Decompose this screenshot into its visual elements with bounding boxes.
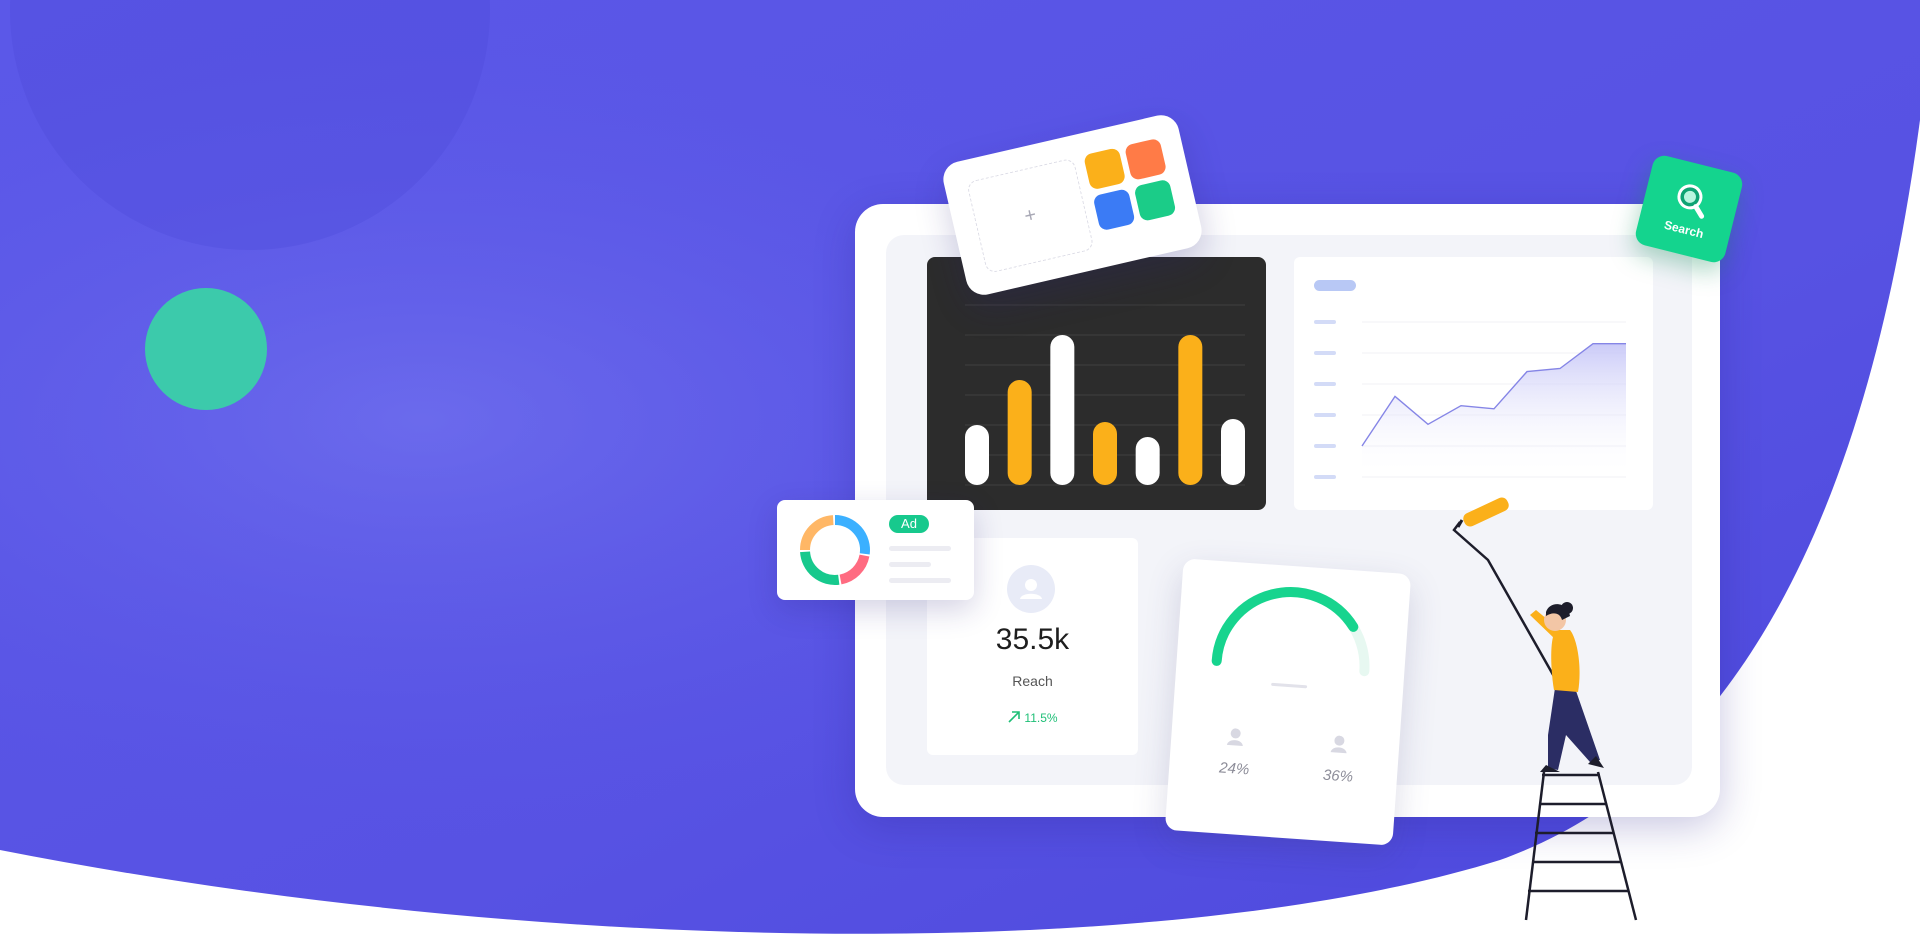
bar [1221, 419, 1245, 485]
donut-slice [800, 515, 834, 551]
decorative-circle [145, 288, 267, 410]
gauge-track [1211, 587, 1370, 677]
bar-chart-card [927, 257, 1266, 510]
gauge-card: 24% 36% [1164, 558, 1412, 846]
chart-title-placeholder [1314, 280, 1356, 291]
user-icon [1007, 565, 1055, 613]
paint-roller-icon [1452, 497, 1558, 681]
donut-slice [800, 551, 840, 585]
ad-badge: Ad [889, 515, 929, 533]
reach-label: Reach [1012, 673, 1053, 689]
donut-slice [834, 515, 870, 555]
user-icon [1330, 735, 1347, 754]
reach-value: 35.5k [995, 623, 1070, 656]
bar [1093, 422, 1117, 485]
magnifier-icon [1677, 184, 1705, 219]
axis-tick [1314, 320, 1336, 324]
painter-person [1530, 602, 1604, 772]
area-fill [1362, 343, 1626, 477]
axis-tick [1314, 351, 1336, 355]
ladder [1524, 771, 1638, 921]
ad-text-line [889, 562, 931, 567]
axis-tick [1314, 475, 1336, 479]
bar-chart [965, 304, 1245, 486]
gauge-chart [1211, 587, 1370, 754]
user-icon [1226, 728, 1243, 746]
ad-text-line [889, 578, 951, 583]
bar [965, 425, 989, 485]
app-tile-blue[interactable] [1092, 188, 1136, 232]
line-chart [1314, 280, 1626, 479]
line-chart-card [1294, 257, 1653, 510]
axis-tick [1314, 444, 1336, 448]
reach-change: 11.5% [927, 710, 1138, 725]
ad-text-line [889, 546, 951, 551]
app-tile-orange[interactable] [1124, 137, 1168, 181]
axis-tick [1314, 382, 1336, 386]
app-tile-yellow[interactable] [1083, 147, 1127, 191]
bar [1135, 437, 1160, 485]
app-tile-green[interactable] [1133, 178, 1177, 222]
arrow-up-right-icon [1008, 711, 1021, 723]
reach-change-value: 11.5% [1024, 711, 1058, 725]
painter-illustration [1452, 497, 1638, 921]
add-widget-button[interactable]: + [966, 157, 1095, 274]
gauge-left-percent: 24% [1218, 759, 1250, 779]
donut-slice [839, 554, 870, 585]
gauge-fill [1211, 587, 1359, 666]
gauge-divider [1271, 682, 1308, 689]
gauge-right-percent: 36% [1322, 766, 1354, 786]
bar [1007, 380, 1032, 485]
donut-chart [800, 515, 870, 585]
bar [1178, 335, 1203, 485]
bar [1050, 335, 1075, 485]
axis-tick [1314, 413, 1336, 417]
ad-card: Ad [777, 500, 974, 600]
